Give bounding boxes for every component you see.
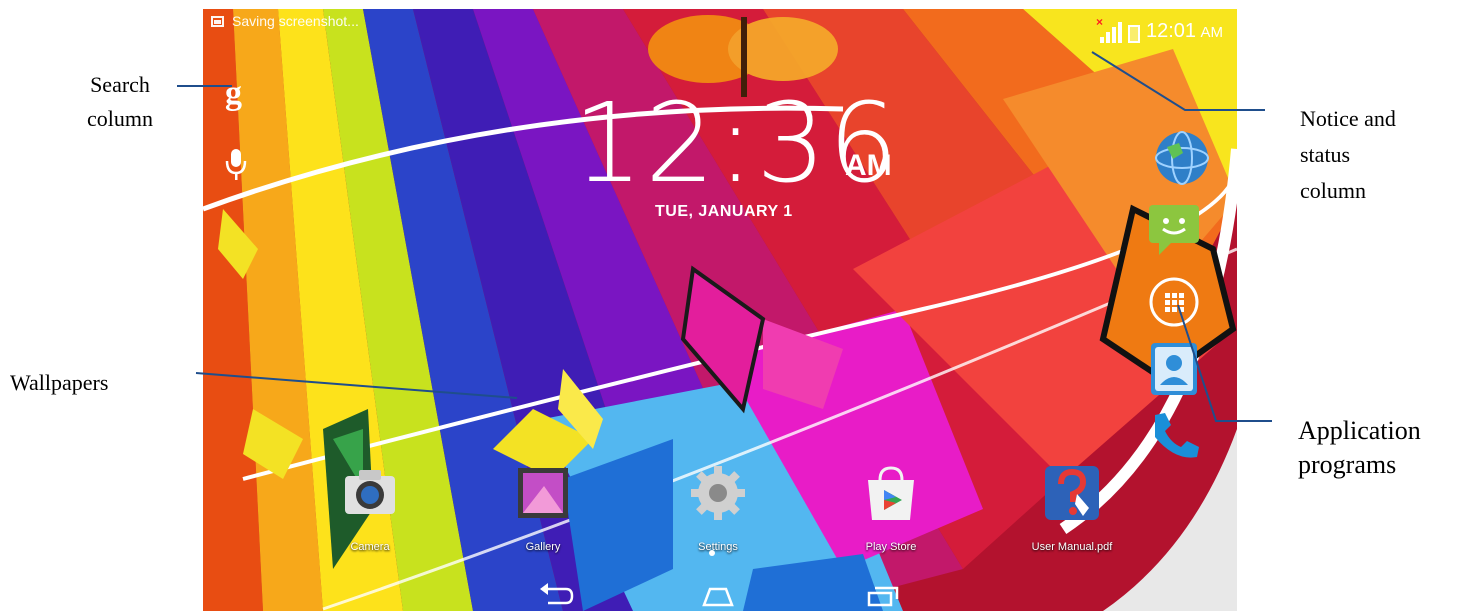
wallpapers-leader-line	[195, 372, 518, 399]
annotation-leader-lines	[177, 51, 1272, 422]
notice-leader-line	[1091, 51, 1265, 111]
apps-leader-line	[1177, 304, 1272, 422]
